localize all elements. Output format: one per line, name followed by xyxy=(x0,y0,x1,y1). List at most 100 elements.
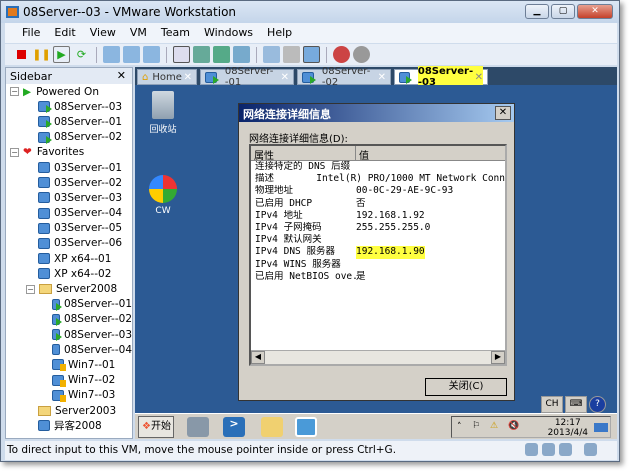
cd-drive-icon[interactable] xyxy=(525,443,538,456)
tree-item-vm[interactable]: Win7--02 xyxy=(6,373,132,388)
network-warning-icon[interactable]: ⚠ xyxy=(490,421,498,431)
details-row[interactable]: 已启用 NetBIOS ove...是 xyxy=(251,271,505,283)
menu-file[interactable]: File xyxy=(15,23,47,43)
horizontal-scrollbar[interactable]: ◀ ▶ xyxy=(251,350,505,364)
tree-group-powered-on[interactable]: − ▶ Powered On xyxy=(6,84,132,99)
column-header-property[interactable]: 属性 xyxy=(251,146,356,162)
dialog-close-action-button[interactable]: 关闭(C) xyxy=(425,378,507,396)
tree-item-vm[interactable]: 08Server--01 xyxy=(6,114,132,129)
tree-folder-server2008[interactable]: − Server2008 xyxy=(6,281,132,296)
menu-windows[interactable]: Windows xyxy=(197,23,260,43)
clock[interactable]: 12:17 2013/4/4 xyxy=(548,418,588,438)
show-hidden-icons-icon[interactable]: ˄ xyxy=(457,422,462,432)
power-on-icon[interactable]: ▶ xyxy=(53,46,70,63)
unity-icon[interactable] xyxy=(233,46,250,63)
tree-item-vm[interactable]: 08Server--03 xyxy=(6,327,132,342)
powershell-icon[interactable]: > xyxy=(223,417,245,437)
record-icon[interactable] xyxy=(333,46,350,63)
tree-item-vm[interactable]: 03Server--06 xyxy=(6,236,132,251)
thumbnail-icon[interactable] xyxy=(283,46,300,63)
details-row[interactable]: 已启用 DHCP 否 xyxy=(251,198,505,210)
collapse-icon[interactable]: − xyxy=(26,284,35,294)
tree-item-vm[interactable]: 03Server--05 xyxy=(6,221,132,236)
message-log-icon[interactable] xyxy=(584,443,597,456)
menu-team[interactable]: Team xyxy=(154,23,197,43)
column-header-value[interactable]: 值 xyxy=(356,146,505,162)
close-tab-icon[interactable]: ✕ xyxy=(378,72,386,83)
menu-vm[interactable]: VM xyxy=(123,23,154,43)
menu-help[interactable]: Help xyxy=(260,23,299,43)
value-cell: 255.255.255.0 xyxy=(356,221,431,233)
full-screen-icon[interactable] xyxy=(213,46,230,63)
dialog-close-button[interactable]: ✕ xyxy=(495,106,511,120)
snapshot-icon[interactable] xyxy=(103,46,120,63)
close-tab-icon[interactable]: ✕ xyxy=(475,72,483,83)
collapse-icon[interactable]: − xyxy=(10,147,19,157)
reset-icon[interactable]: ⟳ xyxy=(73,46,90,63)
menu-edit[interactable]: Edit xyxy=(47,23,82,43)
tree-item-vm[interactable]: XP x64--01 xyxy=(6,251,132,266)
snapshot-manager-icon[interactable] xyxy=(143,46,160,63)
hard-disk-icon[interactable] xyxy=(542,443,555,456)
details-row[interactable]: 描述 Intel(R) PRO/1000 MT Network Conn xyxy=(251,173,505,185)
tree-item-vm[interactable]: Win7--03 xyxy=(6,388,132,403)
language-indicator[interactable]: CH xyxy=(541,396,563,413)
tab-home[interactable]: ⌂ Home ✕ xyxy=(137,69,197,85)
tree-item-vm[interactable]: Win7--01 xyxy=(6,357,132,372)
details-row[interactable]: 物理地址 00-0C-29-AE-9C-93 xyxy=(251,185,505,197)
close-button[interactable]: ✕ xyxy=(577,4,613,19)
power-off-icon[interactable] xyxy=(13,46,30,63)
details-row[interactable]: IPv4 DNS 服务器 192.168.1.90 xyxy=(251,246,505,259)
keyboard-icon[interactable]: ⌨ xyxy=(565,396,587,413)
show-sidebar-icon[interactable] xyxy=(173,46,190,63)
suspend-icon[interactable]: ❚❚ xyxy=(32,46,50,63)
tab-08server-01[interactable]: 08Server--01 ✕ xyxy=(200,66,294,88)
maximize-button[interactable]: ▢ xyxy=(551,4,575,19)
tree-item-vm[interactable]: 03Server--03 xyxy=(6,190,132,205)
tree-item-vm[interactable]: 异客2008 xyxy=(6,418,132,433)
action-center-flag-icon[interactable]: ⚐ xyxy=(472,421,480,431)
server-manager-icon[interactable] xyxy=(187,417,209,437)
show-desktop-icon[interactable] xyxy=(594,423,608,432)
close-tab-icon[interactable]: ✕ xyxy=(281,72,289,83)
details-row[interactable]: 连接特定的 DNS 后缀 xyxy=(251,161,505,173)
tree-item-label: 03Server--06 xyxy=(54,237,123,250)
volume-muted-icon[interactable]: 🔇 xyxy=(508,421,519,431)
tree-folder-server2003[interactable]: Server2003 xyxy=(6,403,132,418)
minimize-button[interactable]: ▁ xyxy=(525,4,549,19)
network-center-icon[interactable] xyxy=(295,417,317,437)
tree-item-vm[interactable]: 03Server--02 xyxy=(6,175,132,190)
tree-item-vm[interactable]: 08Server--02 xyxy=(6,312,132,327)
network-adapter-icon[interactable] xyxy=(559,443,572,456)
tab-08server-02[interactable]: 08Server--02 ✕ xyxy=(297,66,391,88)
details-row[interactable]: IPv4 WINS 服务器 xyxy=(251,259,505,271)
recycle-bin[interactable]: 回收站 xyxy=(143,91,183,135)
help-icon[interactable]: ? xyxy=(589,396,606,413)
close-tab-icon[interactable]: ✕ xyxy=(184,72,192,83)
explorer-icon[interactable] xyxy=(261,417,283,437)
menu-view[interactable]: View xyxy=(83,23,123,43)
tree-item-vm[interactable]: XP x64--02 xyxy=(6,266,132,281)
cw-shortcut[interactable]: CW xyxy=(143,175,183,216)
tree-item-vm[interactable]: 08Server--02 xyxy=(6,130,132,145)
property-cell: IPv4 子网掩码 xyxy=(255,221,322,233)
console-view-icon[interactable] xyxy=(263,46,280,63)
tree-item-vm[interactable]: 03Server--01 xyxy=(6,160,132,175)
tab-08server-03[interactable]: 08Server--03 ✕ xyxy=(394,66,488,88)
details-row[interactable]: IPv4 地址 192.168.1.92 xyxy=(251,210,505,222)
replay-icon[interactable] xyxy=(353,46,370,63)
tree-item-vm[interactable]: 03Server--04 xyxy=(6,206,132,221)
revert-snapshot-icon[interactable] xyxy=(123,46,140,63)
details-list[interactable]: 属性值 连接特定的 DNS 后缀 描述 Intel(R) PRO/1000 MT N… xyxy=(249,144,507,366)
tree-item-vm[interactable]: 08Server--01 xyxy=(6,297,132,312)
tree-group-favorites[interactable]: − ❤ Favorites xyxy=(6,145,132,160)
sidebar-close-icon[interactable]: ✕ xyxy=(117,69,126,82)
start-button[interactable]: ❖开始 xyxy=(138,416,174,438)
tree-item-vm[interactable]: 08Server--03 xyxy=(6,99,132,114)
quick-switch-icon[interactable] xyxy=(193,46,210,63)
details-row[interactable]: IPv4 子网掩码 255.255.255.0 xyxy=(251,222,505,234)
details-row[interactable]: IPv4 默认网关 xyxy=(251,234,505,246)
fit-guest-icon[interactable] xyxy=(303,46,320,63)
collapse-icon[interactable]: − xyxy=(10,87,19,97)
tree-item-vm[interactable]: 08Server--04 xyxy=(6,342,132,357)
